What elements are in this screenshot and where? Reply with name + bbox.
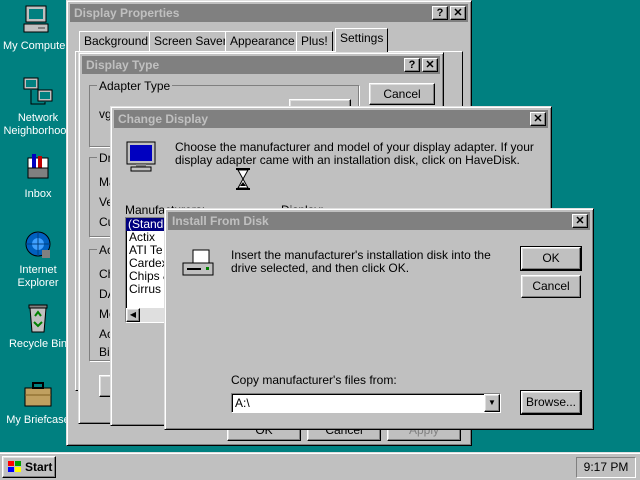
desktop-icon-label: Recycle Bin [8,338,68,350]
desktop-icon-internet-explorer[interactable]: Internet Explorer [2,228,74,290]
close-button[interactable]: ✕ [450,6,466,20]
windows-logo-icon [7,460,23,474]
dropdown-button[interactable]: ▼ [484,394,500,412]
hourglass-icon [235,167,251,191]
desktop-icon-my-briefcase[interactable]: My Briefcase [2,378,74,427]
desktop-icon-network-neighborhood[interactable]: Network Neighborhood [2,76,74,138]
desktop-icon-label-line2: Neighborhood [3,125,73,137]
ok-button[interactable]: OK [520,246,582,271]
change-display-message: Choose the manufacturer and model of you… [175,140,534,167]
computer-icon [20,4,52,36]
display-properties-titlebar[interactable]: Display Properties ? ✕ [70,4,468,22]
start-button[interactable]: Start [2,456,56,478]
help-button[interactable]: ? [432,6,448,20]
display-type-titlebar[interactable]: Display Type ? ✕ [82,56,440,74]
monitor-icon [125,141,159,173]
desktop-icon-label-line2: Explorer [17,277,59,289]
adapter-type-label: Adapter Type [97,79,173,93]
taskbar: Start 9:17 PM [0,452,640,480]
path-value[interactable]: A:\ [235,396,250,410]
window-title: Install From Disk [172,214,269,228]
change-display-titlebar[interactable]: Change Display ✕ [114,110,548,128]
desktop-icon-label: My Computer [2,40,70,52]
desktop-icon-inbox[interactable]: Inbox [2,152,74,201]
desktop-icon-label: Network [17,112,59,124]
floppy-drive-icon [181,249,215,277]
tab-settings[interactable]: Settings [335,28,389,52]
briefcase-icon [22,378,54,410]
desktop-icon-label: My Briefcase [6,414,70,426]
close-button[interactable]: ✕ [530,112,546,126]
cancel-button[interactable]: Cancel [369,83,435,105]
chevron-down-icon: ▼ [488,398,496,407]
desktop-icon-label: Inbox [24,188,52,200]
tab-background[interactable]: Background [79,31,154,51]
scroll-left-button[interactable]: ◀ [126,308,140,322]
tab-screen-saver[interactable]: Screen Saver [149,31,232,51]
close-button[interactable]: ✕ [422,58,438,72]
path-combobox[interactable]: A:\ ▼ [231,393,501,413]
cancel-button[interactable]: Cancel [521,275,581,298]
help-button[interactable]: ? [404,58,420,72]
install-message: Insert the manufacturer's installation d… [231,248,491,275]
desktop-icon-my-computer[interactable]: My Computer [0,4,72,53]
start-label: Start [25,460,53,474]
network-icon [22,76,54,108]
desktop-icon-recycle-bin[interactable]: Recycle Bin [2,302,74,351]
close-button[interactable]: ✕ [572,214,588,228]
internet-explorer-icon [22,228,54,260]
copy-from-label: Copy manufacturer's files from: [231,373,397,387]
clock[interactable]: 9:17 PM [576,457,636,478]
install-from-disk-titlebar[interactable]: Install From Disk ✕ [168,212,590,230]
window-title: Display Type [86,58,160,72]
window-title: Display Properties [74,6,180,20]
inbox-icon [22,152,54,184]
desktop-icon-label: Internet [19,264,57,276]
recycle-bin-icon [22,302,54,334]
browse-button[interactable]: Browse... [520,390,582,415]
install-from-disk-window: Install From Disk ✕ Insert the manufactu… [164,208,594,430]
tab-appearance[interactable]: Appearance [225,31,300,51]
window-title: Change Display [118,112,209,126]
tab-plus[interactable]: Plus! [296,31,333,51]
